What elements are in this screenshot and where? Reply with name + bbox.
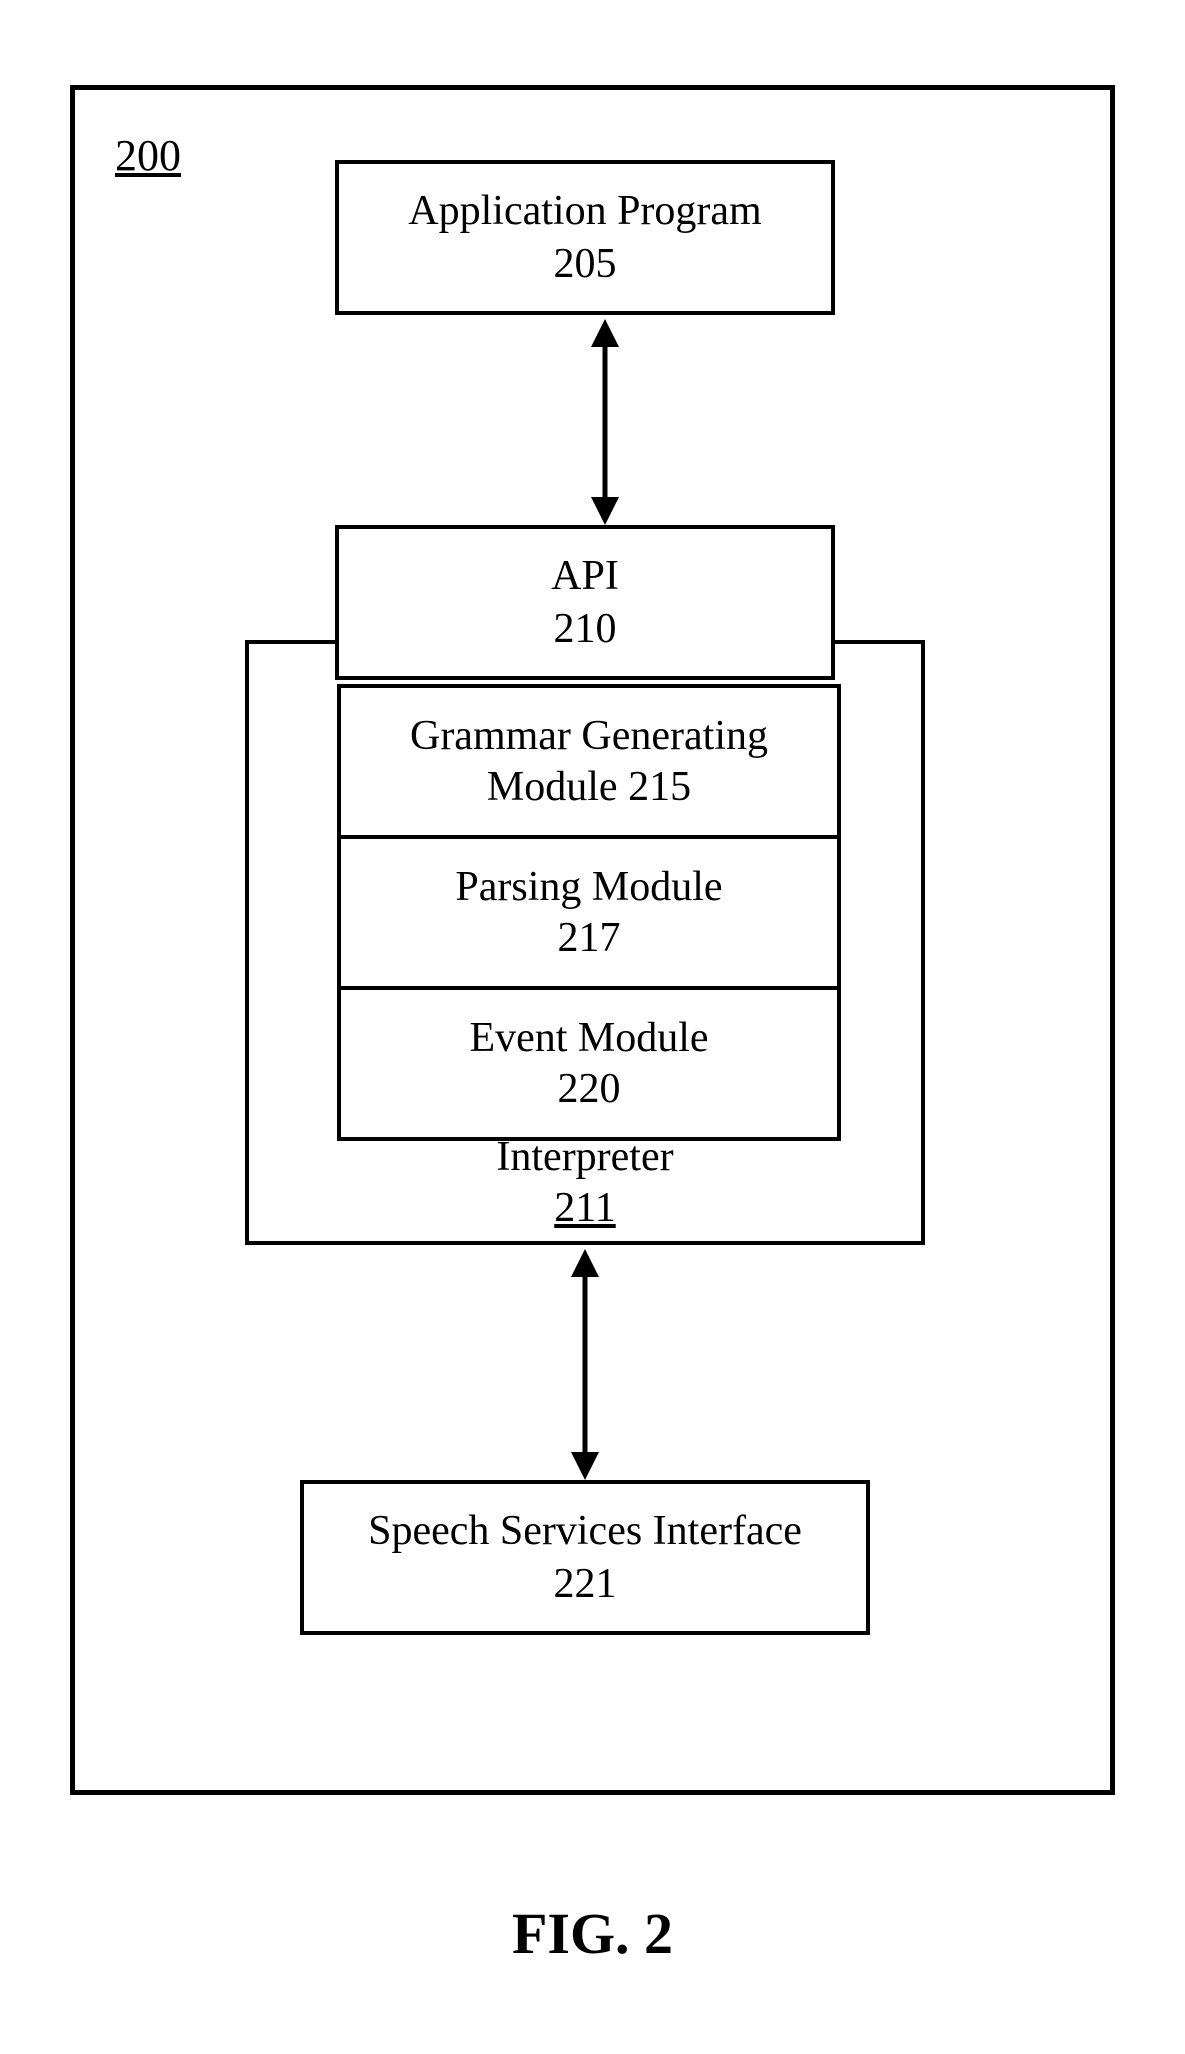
box-grammar-module: Grammar Generating Module 215 [337,684,841,839]
arrow-app-api [585,319,625,525]
box-label: Interpreter [249,1132,921,1182]
box-number: 221 [554,1558,617,1611]
interpreter-label-block: Interpreter 211 [249,1132,921,1233]
box-label: Event Module [469,1013,708,1063]
box-label: API [551,550,619,603]
box-label-line2: Module 215 [487,762,691,812]
box-event-module: Event Module 220 [337,986,841,1141]
box-interpreter: Grammar Generating Module 215 Parsing Mo… [245,640,925,1245]
figure-number-label: 200 [115,130,181,181]
box-number: 210 [554,603,617,656]
box-speech-services: Speech Services Interface 221 [300,1480,870,1635]
box-label: Parsing Module [455,862,722,912]
figure-caption: FIG. 2 [0,1900,1185,1967]
box-number: 205 [554,238,617,291]
box-label: Application Program [408,185,761,238]
box-parsing-module: Parsing Module 217 [337,835,841,990]
box-number: 220 [558,1064,621,1114]
box-label: Grammar Generating [410,711,768,761]
box-api: API 210 [335,525,835,680]
box-number: 217 [558,913,621,963]
box-application-program: Application Program 205 [335,160,835,315]
box-number: 211 [249,1183,921,1233]
box-label: Speech Services Interface [368,1505,802,1558]
arrow-interp-speech [565,1249,605,1480]
